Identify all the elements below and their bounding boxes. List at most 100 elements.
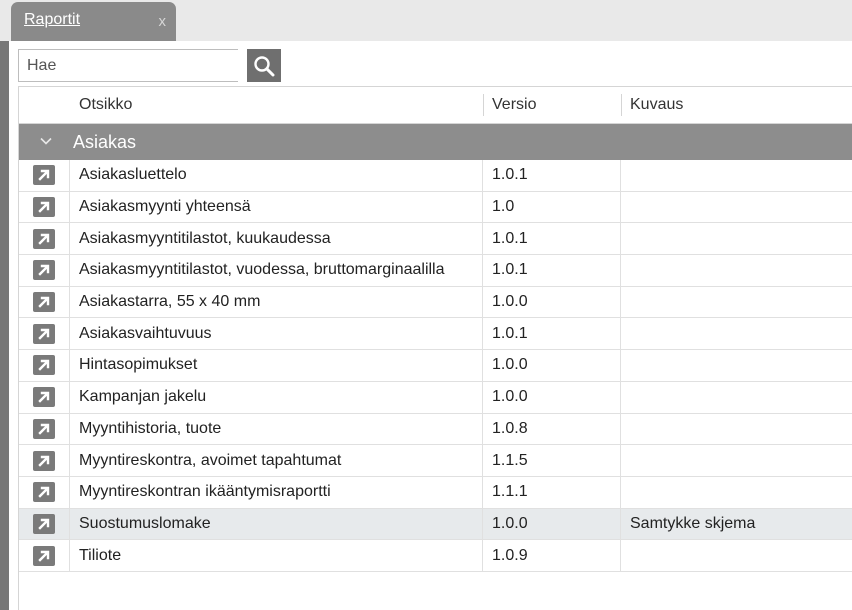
arrow-up-right-icon	[38, 233, 50, 245]
report-version-cell: 1.0.1	[483, 223, 621, 255]
tab-close-icon[interactable]: x	[159, 13, 167, 30]
row-action-cell	[19, 191, 70, 223]
row-action-cell	[19, 445, 70, 476]
report-title-cell: Asiakasmyynti yhteensä	[70, 191, 483, 223]
tab-raportit[interactable]: Raportit x	[11, 2, 176, 41]
table-row[interactable]: Asiakasluettelo 1.0.1	[19, 160, 852, 192]
open-report-icon[interactable]	[33, 260, 55, 281]
left-edge-bar	[0, 41, 9, 610]
table-row[interactable]: Myyntireskontran ikääntymisraportti 1.1.1	[19, 476, 852, 509]
report-title-cell: Suostumuslomake	[70, 508, 483, 540]
report-description-cell	[621, 540, 852, 571]
arrow-up-right-icon	[38, 487, 50, 498]
report-title-cell: Asiakastarra, 55 x 40 mm	[70, 286, 483, 318]
row-action-cell	[19, 350, 70, 381]
arrow-up-right-icon	[38, 265, 50, 277]
report-description-cell	[621, 350, 852, 381]
column-header-description[interactable]: Kuvaus	[621, 87, 683, 123]
tab-bar: Raportit x	[0, 0, 852, 41]
search-button[interactable]	[247, 49, 281, 82]
report-title-cell: Asiakasvaihtuvuus	[70, 318, 483, 350]
report-title-cell: Asiakasluettelo	[70, 160, 483, 191]
row-action-cell	[19, 508, 70, 540]
table-header: Otsikko Versio Kuvaus	[19, 87, 852, 124]
arrow-up-right-icon	[38, 518, 50, 530]
row-action-cell	[19, 286, 70, 318]
open-report-icon[interactable]	[33, 545, 55, 566]
report-title-cell: Asiakasmyyntitilastot, kuukaudessa	[70, 223, 483, 255]
report-description-cell	[621, 223, 852, 254]
open-report-icon[interactable]	[33, 323, 55, 344]
open-report-icon[interactable]	[33, 292, 55, 313]
report-description-cell	[621, 318, 852, 349]
table-row[interactable]: Myyntihistoria, tuote 1.0.8	[19, 413, 852, 446]
table-row[interactable]: Hintasopimukset 1.0.0	[19, 350, 852, 382]
table-row[interactable]: Asiakastarra, 55 x 40 mm 1.0.0	[19, 286, 852, 319]
report-version-cell: 1.0.8	[483, 413, 621, 445]
report-description-cell	[621, 255, 852, 286]
table-row[interactable]: Asiakasmyyntitilastot, kuukaudessa 1.0.1	[19, 223, 852, 256]
row-action-cell	[19, 413, 70, 445]
report-description-cell	[621, 477, 852, 508]
report-version-cell: 1.0.1	[483, 255, 621, 286]
report-description-cell	[621, 414, 852, 445]
table-row[interactable]: Kampanjan jakelu 1.0.0	[19, 381, 852, 414]
open-report-icon[interactable]	[33, 165, 55, 186]
row-action-cell	[19, 223, 70, 255]
open-report-icon[interactable]	[33, 387, 55, 408]
row-action-cell	[19, 318, 70, 350]
report-description-cell	[621, 192, 852, 223]
report-description-cell	[621, 287, 852, 318]
arrow-up-right-icon	[38, 423, 50, 435]
column-header-version[interactable]: Versio	[483, 87, 536, 123]
report-version-cell: 1.0.0	[483, 350, 621, 381]
table-body: Asiakasluettelo 1.0.1 Asiakasmyynti yhteen…	[19, 160, 852, 572]
arrow-up-right-icon	[38, 550, 50, 562]
report-version-cell: 1.1.1	[483, 476, 621, 508]
report-version-cell: 1.1.5	[483, 445, 621, 476]
report-version-cell: 1.0.9	[483, 540, 621, 571]
report-version-cell: 1.0.1	[483, 160, 621, 191]
report-description-cell	[621, 445, 852, 476]
arrow-up-right-icon	[38, 360, 50, 372]
table-row[interactable]: Tiliote 1.0.9	[19, 540, 852, 572]
arrow-up-right-icon	[38, 170, 50, 182]
report-version-cell: 1.0.0	[483, 381, 621, 413]
arrow-up-right-icon	[38, 201, 50, 213]
open-report-icon[interactable]	[33, 228, 55, 249]
open-report-icon[interactable]	[33, 418, 55, 439]
arrow-up-right-icon	[38, 391, 50, 403]
report-title-cell: Tiliote	[70, 540, 483, 571]
row-action-cell	[19, 540, 70, 571]
row-action-cell	[19, 160, 70, 191]
report-description-cell	[621, 160, 852, 191]
report-title-cell: Asiakasmyyntitilastot, vuodessa, bruttom…	[70, 255, 483, 286]
table-row[interactable]: Asiakasmyynti yhteensä 1.0	[19, 191, 852, 224]
report-version-cell: 1.0.0	[483, 286, 621, 318]
row-action-cell	[19, 255, 70, 286]
table-row[interactable]: Asiakasvaihtuvuus 1.0.1	[19, 318, 852, 351]
tab-label[interactable]: Raportit	[24, 11, 80, 29]
search-icon	[254, 55, 275, 76]
report-version-cell: 1.0	[483, 191, 621, 223]
arrow-up-right-icon	[38, 455, 50, 467]
report-title-cell: Kampanjan jakelu	[70, 381, 483, 413]
open-report-icon[interactable]	[33, 450, 55, 471]
report-title-cell: Myyntihistoria, tuote	[70, 413, 483, 445]
group-row-asiakas[interactable]: Asiakas	[19, 124, 852, 160]
row-action-cell	[19, 476, 70, 508]
reports-table: Otsikko Versio Kuvaus Asiakas Asiakaslue…	[18, 86, 852, 610]
group-label: Asiakas	[73, 132, 137, 152]
report-title-cell: Myyntireskontra, avoimet tapahtumat	[70, 445, 483, 476]
open-report-icon[interactable]	[33, 513, 55, 534]
table-row[interactable]: Myyntireskontra, avoimet tapahtumat 1.1.5	[19, 445, 852, 477]
chevron-down-icon[interactable]	[38, 133, 54, 149]
open-report-icon[interactable]	[33, 197, 55, 218]
search-input[interactable]	[18, 49, 238, 82]
table-row[interactable]: Asiakasmyyntitilastot, vuodessa, bruttom…	[19, 255, 852, 287]
reports-panel: Otsikko Versio Kuvaus Asiakas Asiakaslue…	[9, 41, 852, 610]
open-report-icon[interactable]	[33, 355, 55, 376]
column-header-title[interactable]: Otsikko	[70, 87, 132, 123]
open-report-icon[interactable]	[33, 482, 55, 503]
table-row[interactable]: Suostumuslomake 1.0.0 Samtykke skjema	[19, 508, 852, 541]
